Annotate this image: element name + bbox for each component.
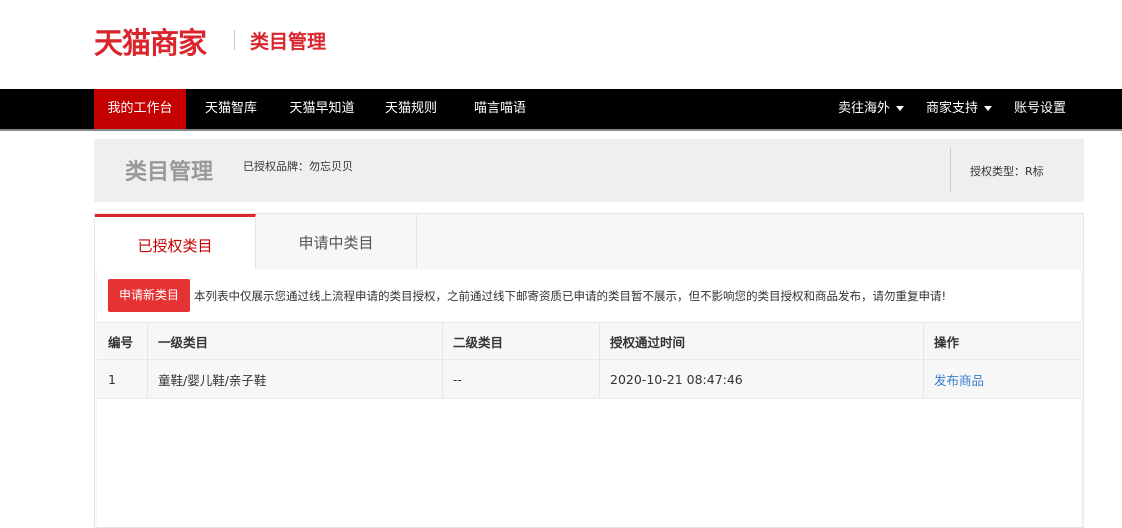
column-header-number: 编号 (108, 334, 134, 350)
page-title-bar: 类目管理 已授权品牌：勿忘贝贝 授权类型：R标 (94, 139, 1084, 202)
notice-text: 本列表中仅展示您通过线上流程申请的类目授权，之前通过线下邮寄资质已申请的类目暂不… (194, 289, 947, 303)
nav-item-tmall-zhiku[interactable]: 天猫智库 (194, 89, 268, 129)
nav-item-merchant-support[interactable]: 商家支持 (922, 89, 996, 129)
column-header-level2: 二级类目 (453, 334, 504, 350)
tab-pending-categories[interactable]: 申请中类目 (256, 214, 417, 269)
tmall-merchant-logo[interactable]: 天猫商家 (94, 20, 207, 62)
column-header-actions: 操作 (934, 334, 960, 350)
authorization-type: 授权类型：R标 (970, 165, 1044, 178)
tab-content: 申请新类目 本列表中仅展示您通过线上流程申请的类目授权，之前通过线下邮寄资质已申… (97, 269, 1081, 527)
column-divider (442, 360, 443, 398)
title-bar-divider (950, 148, 951, 192)
table-header: 编号 一级类目 二级类目 授权通过时间 操作 (97, 322, 1081, 360)
row-level1-category: 童鞋/婴儿鞋/亲子鞋 (158, 372, 267, 388)
column-divider (599, 323, 600, 359)
nav-item-sell-overseas-label: 卖往海外 (837, 101, 890, 116)
column-divider (923, 323, 924, 359)
nav-item-sell-overseas[interactable]: 卖往海外 (834, 89, 908, 129)
nav-item-tmall-rules[interactable]: 天猫规则 (376, 89, 446, 129)
row-approved-time: 2020-10-21 08:47:46 (610, 371, 743, 387)
row-level2-category: -- (453, 371, 463, 387)
column-divider (147, 323, 148, 359)
top-nav: 我的工作台 天猫智库 天猫早知道 天猫规则 喵言喵语 卖往海外 商家支持 账号设… (0, 89, 1122, 131)
column-header-approved-time: 授权通过时间 (610, 334, 686, 350)
apply-new-category-button[interactable]: 申请新类目 (108, 279, 190, 312)
header: 天猫商家 类目管理 (0, 0, 1122, 89)
nav-item-workbench[interactable]: 我的工作台 (94, 89, 186, 129)
column-header-level1: 一级类目 (158, 334, 209, 350)
publish-product-link[interactable]: 发布商品 (934, 360, 984, 398)
column-divider (599, 360, 600, 398)
column-divider (923, 360, 924, 398)
logo-divider (234, 30, 235, 50)
category-panel: 已授权类目 申请中类目 申请新类目 本列表中仅展示您通过线上流程申请的类目授权，… (94, 213, 1084, 528)
caret-down-icon (984, 106, 992, 111)
table-row: 1 童鞋/婴儿鞋/亲子鞋 -- 2020-10-21 08:47:46 发布商品 (97, 360, 1081, 399)
authorized-brand: 已授权品牌：勿忘贝贝 (243, 160, 353, 173)
nav-item-account-settings[interactable]: 账号设置 (1008, 89, 1072, 129)
nav-item-miaoyan[interactable]: 喵言喵语 (463, 89, 537, 129)
row-number: 1 (108, 371, 116, 387)
page-title: 类目管理 (125, 160, 214, 185)
caret-down-icon (896, 106, 904, 111)
header-subtitle: 类目管理 (250, 31, 327, 53)
column-divider (442, 323, 443, 359)
tab-authorized-categories[interactable]: 已授权类目 (95, 214, 256, 269)
nav-item-merchant-support-label: 商家支持 (925, 101, 978, 116)
nav-item-tmall-zaozhidao[interactable]: 天猫早知道 (280, 89, 364, 129)
column-divider (147, 360, 148, 398)
